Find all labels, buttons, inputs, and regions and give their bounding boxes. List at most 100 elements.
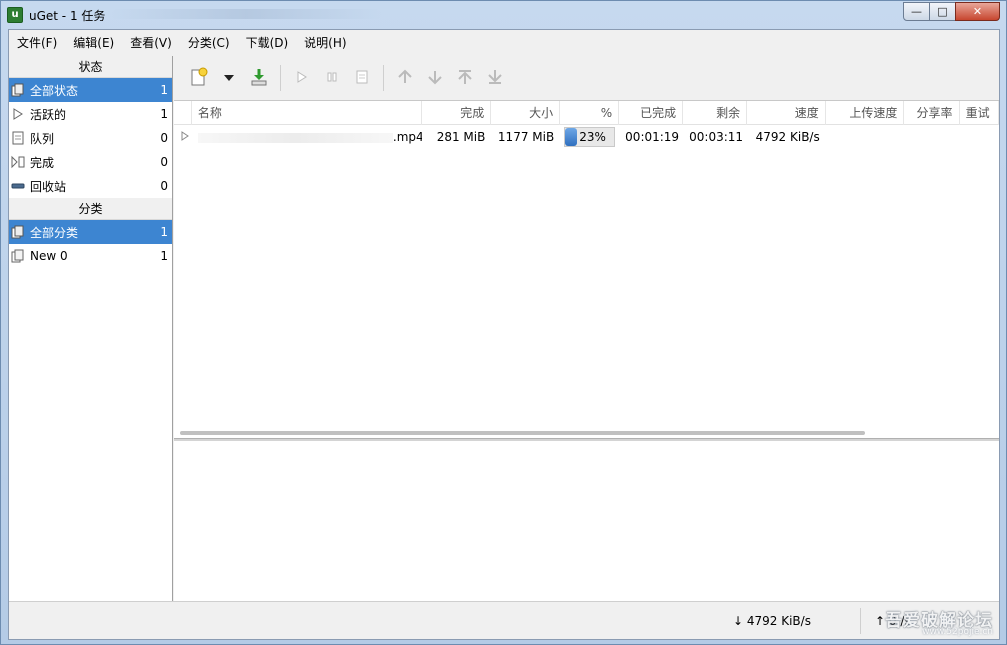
sidebar-item-count: 0 bbox=[160, 155, 168, 169]
category-section-header: 分类 bbox=[9, 198, 172, 220]
minimize-button[interactable]: — bbox=[903, 2, 930, 21]
toolbar-separator bbox=[280, 65, 281, 91]
properties-icon bbox=[354, 69, 370, 88]
row-speed-cell: 4792 KiB/s bbox=[755, 130, 820, 144]
sidebar-item-label: 回收站 bbox=[30, 179, 67, 194]
all-category-icon bbox=[11, 225, 25, 239]
sidebar-item-count: 0 bbox=[160, 179, 168, 193]
column-header-name[interactable]: 名称 bbox=[192, 101, 423, 125]
new-download-button[interactable] bbox=[184, 63, 214, 93]
all-status-icon bbox=[11, 83, 25, 97]
app-window: u uGet - 1 任务 — □ ✕ 文件(F) 编辑(E) 查看(V) 分类… bbox=[0, 0, 1007, 645]
sidebar-item-label: 全部分类 bbox=[30, 225, 79, 240]
finished-icon bbox=[11, 155, 25, 169]
row-size-cell: 1177 MiB bbox=[497, 130, 555, 144]
status-bar: ↓ 4792 KiB/s ↑ 0 /s 吾爱破解论坛 www.52pojie.c… bbox=[9, 601, 999, 639]
client-area: 文件(F) 编辑(E) 查看(V) 分类(C) 下载(D) 说明(H) 状态 全… bbox=[8, 29, 1000, 640]
play-icon bbox=[180, 130, 190, 144]
row-elapsed-cell: 00:01:19 bbox=[625, 130, 680, 144]
start-button[interactable] bbox=[287, 63, 317, 93]
column-header-state[interactable] bbox=[174, 101, 192, 125]
download-list[interactable]: 名称 完成 大小 % 已完成 剩余 速度 上传速度 分享率 重试 .mp4 28… bbox=[174, 100, 999, 438]
sidebar-item-active[interactable]: 活跃的 1 bbox=[9, 102, 172, 126]
sidebar-item-queue[interactable]: 队列 0 bbox=[9, 126, 172, 150]
row-remaining-cell: 00:03:11 bbox=[689, 130, 744, 144]
blurred-title-region bbox=[111, 9, 381, 19]
row-retry-cell bbox=[960, 125, 999, 149]
move-down-button[interactable] bbox=[420, 63, 450, 93]
column-header-upload-speed[interactable]: 上传速度 bbox=[826, 101, 905, 125]
menu-view[interactable]: 查看(V) bbox=[122, 32, 180, 54]
title-bar[interactable]: u uGet - 1 任务 — □ ✕ bbox=[1, 1, 1006, 29]
row-name-cell: .mp4 bbox=[192, 125, 422, 149]
window-title: uGet - 1 任务 bbox=[29, 9, 106, 23]
move-up-icon bbox=[396, 68, 414, 89]
column-header-elapsed[interactable]: 已完成 bbox=[619, 101, 684, 125]
column-header-retry[interactable]: 重试 bbox=[960, 101, 999, 125]
new-torrent-button[interactable] bbox=[244, 63, 274, 93]
play-icon bbox=[11, 107, 25, 121]
sidebar-item-label: 全部状态 bbox=[30, 83, 79, 98]
progress-text: 23% bbox=[579, 130, 606, 144]
toolbar bbox=[174, 56, 999, 100]
sidebar-item-count: 1 bbox=[160, 83, 168, 97]
status-separator bbox=[860, 608, 861, 634]
close-button[interactable]: ✕ bbox=[955, 2, 1000, 21]
recycle-icon bbox=[11, 179, 25, 193]
pause-icon bbox=[325, 70, 339, 87]
column-header-completed[interactable]: 完成 bbox=[422, 101, 492, 125]
sidebar-item-new-0[interactable]: New 0 1 bbox=[9, 244, 172, 268]
sidebar-item-count: 0 bbox=[160, 131, 168, 145]
dropdown-arrow-icon bbox=[223, 71, 235, 85]
detail-pane bbox=[174, 441, 999, 601]
sidebar-item-recycle[interactable]: 回收站 0 bbox=[9, 174, 172, 198]
column-header-size[interactable]: 大小 bbox=[491, 101, 561, 125]
progress-bar: 23% bbox=[564, 127, 616, 147]
sidebar-item-label: 活跃的 bbox=[30, 107, 67, 122]
move-up-button[interactable] bbox=[390, 63, 420, 93]
sidebar-item-label: 队列 bbox=[30, 131, 55, 146]
new-dropdown-button[interactable] bbox=[214, 63, 244, 93]
move-bottom-icon bbox=[486, 68, 504, 89]
sidebar-item-label: 完成 bbox=[30, 155, 55, 170]
column-header-ratio[interactable]: 分享率 bbox=[904, 101, 960, 125]
sidebar-item-finished[interactable]: 完成 0 bbox=[9, 150, 172, 174]
document-icon bbox=[11, 131, 25, 145]
window-controls: — □ ✕ bbox=[903, 2, 1000, 21]
sidebar-item-all-status[interactable]: 全部状态 1 bbox=[9, 78, 172, 102]
move-top-icon bbox=[456, 68, 474, 89]
pause-button[interactable] bbox=[317, 63, 347, 93]
sidebar-item-count: 1 bbox=[160, 107, 168, 121]
column-header-remaining[interactable]: 剩余 bbox=[683, 101, 748, 125]
table-row[interactable]: .mp4 281 MiB 1177 MiB 23% 00:01:19 00:03… bbox=[174, 125, 999, 149]
move-bottom-button[interactable] bbox=[480, 63, 510, 93]
toolbar-separator bbox=[383, 65, 384, 91]
sidebar-item-all-categories[interactable]: 全部分类 1 bbox=[9, 220, 172, 244]
menu-help[interactable]: 说明(H) bbox=[296, 32, 354, 54]
column-header-speed[interactable]: 速度 bbox=[747, 101, 826, 125]
row-upload-speed-cell bbox=[826, 125, 905, 149]
menu-download[interactable]: 下载(D) bbox=[238, 32, 297, 54]
menu-category[interactable]: 分类(C) bbox=[180, 32, 238, 54]
list-header: 名称 完成 大小 % 已完成 剩余 速度 上传速度 分享率 重试 bbox=[174, 101, 999, 125]
uget-app-icon: u bbox=[7, 7, 23, 23]
row-ratio-cell bbox=[904, 125, 959, 149]
sidebar: 状态 全部状态 1 活跃的 1 队列 0 完成 0 回收站 0 分类 全部分类 … bbox=[9, 56, 173, 601]
horizontal-scrollbar[interactable] bbox=[180, 431, 865, 435]
row-state-cell bbox=[174, 125, 192, 149]
menu-edit[interactable]: 编辑(E) bbox=[65, 32, 122, 54]
row-completed-cell: 281 MiB bbox=[436, 130, 486, 144]
blurred-filename bbox=[197, 132, 393, 143]
move-down-icon bbox=[426, 68, 444, 89]
sidebar-item-count: 1 bbox=[160, 225, 168, 239]
move-top-button[interactable] bbox=[450, 63, 480, 93]
properties-button[interactable] bbox=[347, 63, 377, 93]
download-speed-status: ↓ 4792 KiB/s bbox=[733, 614, 811, 628]
watermark-url: www.52pojie.cn bbox=[922, 627, 993, 637]
start-icon bbox=[295, 70, 309, 87]
menu-file[interactable]: 文件(F) bbox=[9, 32, 65, 54]
row-percent-cell: 23% bbox=[560, 125, 619, 149]
maximize-button[interactable]: □ bbox=[929, 2, 956, 21]
menu-bar: 文件(F) 编辑(E) 查看(V) 分类(C) 下载(D) 说明(H) bbox=[9, 30, 999, 56]
column-header-percent[interactable]: % bbox=[560, 101, 620, 125]
